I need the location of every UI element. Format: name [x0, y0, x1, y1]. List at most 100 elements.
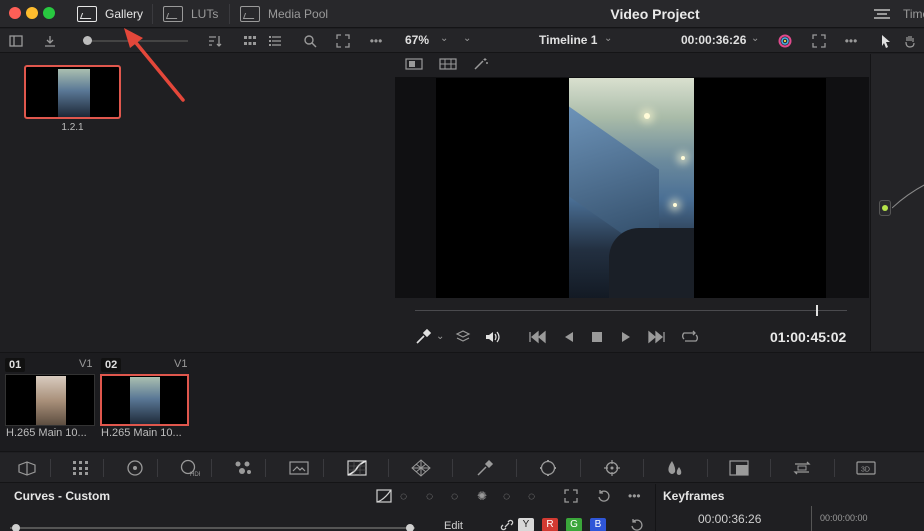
tracker-icon[interactable] [601, 459, 623, 477]
viewer-timecode: 00:00:36:26 [681, 33, 747, 47]
link-icon[interactable] [500, 519, 514, 531]
thumbnail-size-slider[interactable] [88, 40, 188, 42]
rgb-mixer-icon[interactable] [232, 459, 254, 477]
hue-vs-sat-icon[interactable]: ◌ [426, 489, 433, 503]
timeline-selector[interactable]: Timeline 1 [539, 33, 597, 47]
camera-raw-icon[interactable] [16, 459, 38, 477]
luts-icon [163, 6, 183, 22]
curve-point-white[interactable] [406, 524, 414, 531]
qualifier-icon[interactable] [474, 459, 496, 477]
list-view-icon[interactable] [268, 34, 282, 48]
color-wheel-icon[interactable] [778, 34, 792, 48]
fullscreen-icon[interactable] [812, 34, 826, 48]
svg-text:3D: 3D [861, 467, 870, 474]
viewer-playhead[interactable] [816, 305, 818, 316]
key-icon[interactable] [728, 459, 750, 477]
tab-luts-label: LUTs [191, 7, 219, 21]
sidebar-toggle-icon[interactable] [9, 34, 23, 48]
tab-gallery[interactable]: Gallery [77, 0, 143, 28]
sat-vs-lum-icon[interactable]: ◌ [528, 489, 535, 503]
color-match-icon[interactable] [70, 459, 92, 477]
go-to-start-icon[interactable] [528, 329, 548, 345]
chevron-down-icon[interactable]: ⌄ [751, 33, 759, 44]
curve-baseline [10, 527, 415, 529]
chevron-down-icon[interactable]: ⌄ [440, 33, 448, 44]
magic-wand-icon[interactable] [473, 57, 489, 71]
search-icon[interactable] [303, 34, 317, 48]
secondary-toolbar: ••• 67% ⌄ ⌄ Timeline 1 ⌄ 00:00:36:26 ⌄ •… [0, 29, 924, 53]
channel-g-button[interactable]: G [566, 518, 582, 531]
channel-r-button[interactable]: R [542, 518, 558, 531]
reset-icon[interactable] [630, 519, 644, 531]
go-to-end-icon[interactable] [646, 329, 666, 345]
channel-b-button[interactable]: B [590, 518, 606, 531]
viewer-scrub-bar[interactable] [415, 310, 847, 311]
sat-vs-sat-icon[interactable]: ◌ [503, 489, 510, 503]
power-window-icon[interactable] [537, 459, 559, 477]
playback-timecode: 01:00:45:02 [770, 329, 847, 345]
download-icon[interactable] [43, 34, 57, 48]
clip-strip: 01 V1 H.265 Main 10... 02 V1 H.265 Main … [0, 352, 924, 452]
gallery-still[interactable] [24, 65, 121, 119]
channel-y-button[interactable]: Y [518, 518, 534, 531]
zoom-window-button[interactable] [43, 7, 55, 19]
split-view-icon[interactable] [439, 58, 457, 70]
hue-vs-lum-icon[interactable]: ◌ [451, 489, 458, 503]
play-reverse-icon[interactable] [562, 329, 576, 345]
sizing-icon[interactable] [791, 459, 813, 477]
panel-divider [655, 484, 656, 531]
grid-view-icon[interactable] [243, 34, 257, 48]
single-view-icon[interactable] [405, 58, 423, 70]
hdr-wheels-icon[interactable]: HDR [178, 459, 200, 477]
node-connection-line [892, 184, 924, 209]
minimize-window-button[interactable] [26, 7, 38, 19]
tab-media-pool[interactable]: Media Pool [240, 0, 328, 28]
blur-icon[interactable] [664, 459, 686, 477]
stop-icon[interactable] [590, 329, 604, 345]
motion-effects-icon[interactable] [288, 459, 310, 477]
curve-point-black[interactable] [12, 524, 20, 531]
expand-panel-icon[interactable] [564, 489, 578, 503]
tab-divider [152, 4, 153, 24]
lum-vs-sat-icon[interactable]: ✺ [477, 489, 487, 503]
node-output-icon[interactable] [879, 200, 891, 216]
chevron-down-icon[interactable]: ⌄ [604, 33, 612, 44]
gallery-panel: 1.2.1 [0, 54, 392, 351]
transport-controls: ⌄ 01:00:45:02 [395, 324, 869, 350]
more-options-icon[interactable]: ••• [844, 34, 858, 48]
hand-tool-icon[interactable] [903, 34, 917, 48]
reset-icon[interactable] [597, 489, 611, 503]
chevron-down-icon[interactable]: ⌄ [463, 33, 471, 44]
viewer-zoom[interactable]: 67% [405, 33, 429, 47]
more-options-icon[interactable]: ••• [628, 489, 641, 503]
volume-icon[interactable] [484, 329, 502, 345]
clip-number: 01 [5, 358, 26, 372]
3d-icon[interactable]: 3D [855, 459, 877, 477]
custom-curve-icon[interactable] [376, 489, 392, 503]
clip-thumbnail-selected[interactable] [100, 374, 189, 426]
hue-vs-hue-icon[interactable]: ◌ [400, 489, 407, 503]
timeline-icon[interactable] [874, 7, 890, 21]
tab-luts[interactable]: LUTs [163, 0, 218, 28]
clip-track: V1 [174, 358, 188, 370]
more-options-icon[interactable]: ••• [369, 34, 383, 48]
expand-icon[interactable] [336, 34, 350, 48]
color-warper-icon[interactable] [410, 459, 432, 477]
eyedropper-icon[interactable] [415, 329, 433, 345]
tab-gallery-label: Gallery [105, 7, 144, 21]
clip-label: H.265 Main 10... [101, 427, 182, 439]
thumbnail-size-slider-knob[interactable] [83, 36, 92, 45]
chevron-down-icon[interactable]: ⌄ [436, 329, 444, 345]
color-wheels-icon[interactable] [124, 459, 146, 477]
play-icon[interactable] [619, 329, 633, 345]
pointer-tool-icon[interactable] [879, 34, 893, 48]
sort-icon[interactable] [208, 34, 222, 48]
clip-thumbnail[interactable] [5, 374, 95, 426]
clip-track: V1 [79, 358, 93, 370]
bottom-panels: Curves - Custom ◌ ◌ ◌ ✺ ◌ ◌ ••• Edit Y R… [0, 484, 924, 531]
loop-icon[interactable] [680, 329, 700, 345]
tab-timeline[interactable]: Timeline [903, 0, 924, 28]
close-window-button[interactable] [9, 7, 21, 19]
layers-icon[interactable] [455, 329, 471, 345]
curves-icon[interactable] [346, 459, 368, 477]
